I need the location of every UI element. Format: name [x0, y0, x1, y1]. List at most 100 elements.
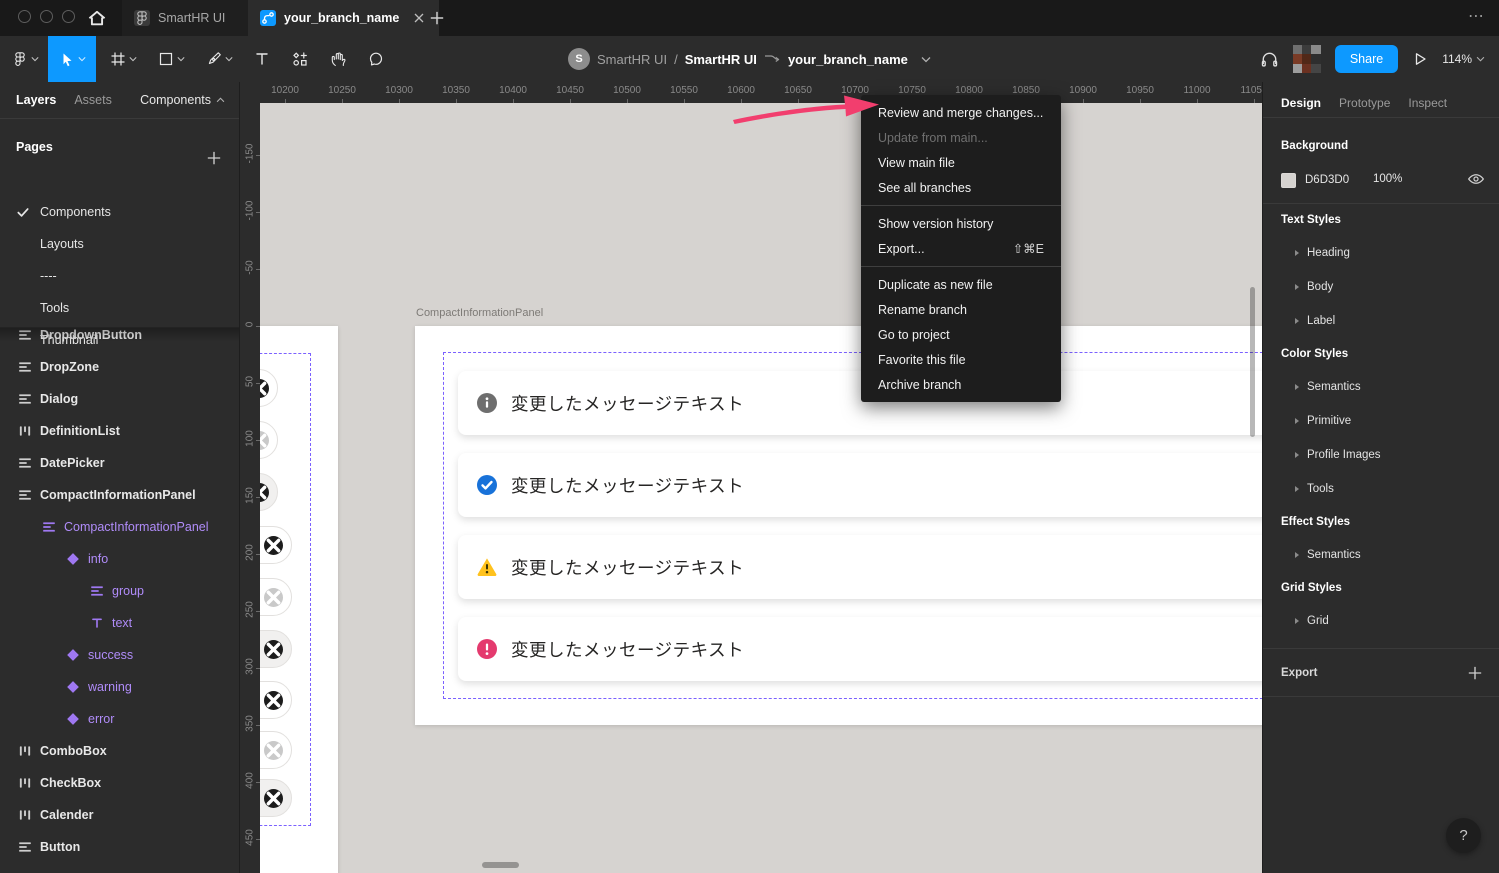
success-icon [477, 475, 497, 495]
background-color-row[interactable]: D6D3D0 [1281, 170, 1349, 190]
layer-item-success[interactable]: success [0, 639, 239, 671]
layer-item-definitionlist[interactable]: DefinitionList [0, 415, 239, 447]
style-row-semantics[interactable]: Semantics [1263, 538, 1499, 572]
layer-item-group[interactable]: group [0, 575, 239, 607]
layer-item-error[interactable]: error [0, 703, 239, 735]
traffic-light-close[interactable] [18, 10, 31, 23]
traffic-light-minimize[interactable] [40, 10, 53, 23]
menu-item-show-version-history[interactable]: Show version history [861, 211, 1061, 236]
page-item-layouts[interactable]: Layouts [0, 228, 239, 260]
style-row-profile-images[interactable]: Profile Images [1263, 438, 1499, 472]
home-icon[interactable] [86, 7, 108, 29]
menu-item-duplicate-as-new-file[interactable]: Duplicate as new file [861, 272, 1061, 297]
new-tab-button[interactable] [428, 9, 446, 27]
breadcrumb-file[interactable]: SmartHR UI [685, 52, 757, 67]
page-item-thumbnail[interactable]: Thumbnail [0, 324, 239, 356]
resources-tool[interactable] [284, 36, 316, 82]
style-row-primitive[interactable]: Primitive [1263, 404, 1499, 438]
tab-overflow-button[interactable]: ⋯ [1468, 6, 1485, 26]
layer-item-button[interactable]: Button [0, 831, 239, 863]
menu-item-export[interactable]: Export...⇧⌘E [861, 236, 1061, 261]
page-item-components[interactable]: Components [0, 196, 239, 228]
message-card-warning[interactable]: 変更したメッセージテキスト [458, 535, 1262, 599]
menu-item-favorite-this-file[interactable]: Favorite this file [861, 347, 1061, 372]
add-page-button[interactable] [205, 149, 223, 167]
close-icon[interactable] [411, 10, 427, 26]
audio-headphones-icon[interactable] [1260, 51, 1279, 68]
breadcrumb-owner[interactable]: SmartHR UI [597, 52, 667, 67]
file-tab-your-branch-name[interactable]: your_branch_name [248, 0, 439, 36]
tab-layers[interactable]: Layers [16, 93, 56, 107]
ruler-tick [256, 668, 260, 669]
layer-item-text[interactable]: text [0, 607, 239, 639]
canvas-horizontal-scrollbar[interactable] [482, 862, 519, 868]
text-tool[interactable] [246, 36, 278, 82]
message-card-error[interactable]: 変更したメッセージテキスト [458, 617, 1262, 681]
frame-tool[interactable] [102, 36, 144, 82]
library-selector[interactable]: Components [140, 93, 225, 107]
menu-item-rename-branch[interactable]: Rename branch [861, 297, 1061, 322]
style-row-label[interactable]: Label [1263, 304, 1499, 338]
present-play-icon[interactable] [1412, 51, 1428, 67]
lines-icon [18, 360, 32, 374]
tab-prototype[interactable]: Prototype [1339, 96, 1390, 110]
layer-item-compactinformationpanel[interactable]: CompactInformationPanel [0, 511, 239, 543]
canvas-vertical-scrollbar[interactable] [1250, 287, 1255, 437]
file-tab-smarthr-ui[interactable]: SmartHR UI [122, 0, 248, 36]
ruler-tick [741, 99, 742, 103]
layer-item-checkbox[interactable]: CheckBox [0, 767, 239, 799]
zoom-level-control[interactable]: 114% [1442, 52, 1485, 66]
pen-tool[interactable] [198, 36, 240, 82]
background-hex-value[interactable]: D6D3D0 [1305, 174, 1349, 186]
left-sidebar: Layers Assets Components Pages Component… [0, 82, 240, 873]
share-button[interactable]: Share [1335, 45, 1398, 73]
page-item-tools[interactable]: Tools [0, 292, 239, 324]
user-avatar[interactable] [1293, 45, 1321, 73]
hand-tool[interactable] [322, 36, 354, 82]
file-title-breadcrumb[interactable]: S SmartHR UI / SmartHR UI your_branch_na… [568, 36, 931, 82]
traffic-light-zoom[interactable] [62, 10, 75, 23]
menu-item-archive-branch[interactable]: Archive branch [861, 372, 1061, 397]
style-row-body[interactable]: Body [1263, 270, 1499, 304]
tab-inspect[interactable]: Inspect [1408, 96, 1447, 110]
comment-tool[interactable] [360, 36, 392, 82]
move-tool[interactable] [48, 36, 96, 82]
style-row-grid[interactable]: Grid [1263, 604, 1499, 638]
style-row-label: Tools [1307, 483, 1334, 495]
file-menu-chevron-icon[interactable] [921, 56, 931, 63]
layer-item-warning[interactable]: warning [0, 671, 239, 703]
add-export-button[interactable] [1466, 664, 1484, 682]
design-canvas[interactable]: CompactInformationPanel 変更したメッセージテキスト変更し… [260, 103, 1262, 873]
layer-item-dialog[interactable]: Dialog [0, 383, 239, 415]
layer-item-combobox[interactable]: ComboBox [0, 735, 239, 767]
export-section[interactable]: Export [1263, 650, 1499, 696]
menu-item-see-all-branches[interactable]: See all branches [861, 175, 1061, 200]
figma-menu-icon[interactable] [4, 36, 46, 82]
menu-item-review-and-merge-changes[interactable]: Review and merge changes... [861, 100, 1061, 125]
background-opacity-value[interactable]: 100% [1373, 173, 1402, 185]
layer-label: error [88, 712, 114, 726]
menu-item-view-main-file[interactable]: View main file [861, 150, 1061, 175]
tab-assets[interactable]: Assets [74, 93, 112, 107]
message-card-info[interactable]: 変更したメッセージテキスト [458, 371, 1262, 435]
style-row-tools[interactable]: Tools [1263, 472, 1499, 506]
layer-item-datepicker[interactable]: DatePicker [0, 447, 239, 479]
rectangle-tool[interactable] [150, 36, 192, 82]
layer-item-compactinformationpanel[interactable]: CompactInformationPanel [0, 479, 239, 511]
menu-item-go-to-project[interactable]: Go to project [861, 322, 1061, 347]
style-row-heading[interactable]: Heading [1263, 236, 1499, 270]
layer-item-calender[interactable]: Calender [0, 799, 239, 831]
page-item--[interactable]: ---- [0, 260, 239, 292]
tab-design[interactable]: Design [1281, 96, 1321, 110]
help-button[interactable]: ? [1446, 818, 1481, 853]
visibility-eye-icon[interactable] [1467, 170, 1485, 188]
layer-item-info[interactable]: info [0, 543, 239, 575]
page-label: Components [40, 205, 111, 219]
layer-label: CheckBox [40, 776, 101, 790]
message-card-success[interactable]: 変更したメッセージテキスト [458, 453, 1262, 517]
breadcrumb-branch[interactable]: your_branch_name [788, 52, 908, 67]
style-row-semantics[interactable]: Semantics [1263, 370, 1499, 404]
frame-label[interactable]: CompactInformationPanel [416, 307, 543, 319]
background-color-swatch[interactable] [1281, 173, 1296, 188]
close-icon [264, 588, 283, 607]
